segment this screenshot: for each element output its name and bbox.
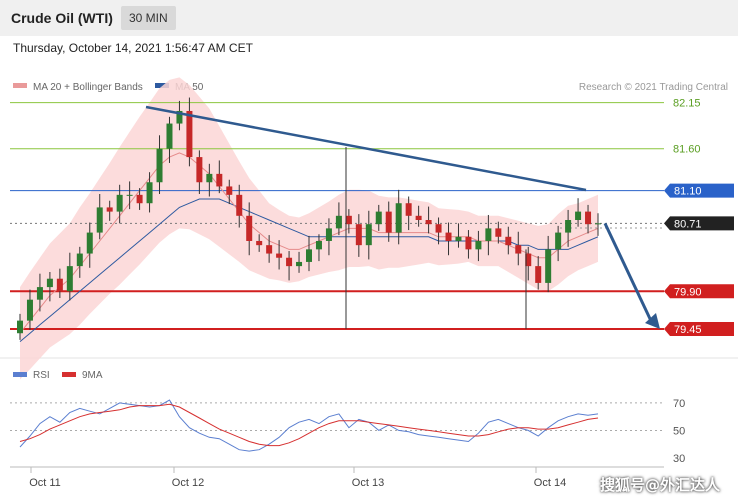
legend-label-9ma: 9MA — [82, 370, 103, 381]
candle-body — [76, 253, 83, 267]
candle-body — [66, 266, 73, 292]
rsi-tick-50: 50 — [673, 425, 685, 437]
candle-body — [56, 278, 63, 292]
candle-body — [545, 249, 552, 283]
candle-body — [256, 240, 263, 246]
candle-body — [216, 173, 223, 187]
candle-body — [585, 211, 592, 225]
candle-body — [86, 232, 93, 254]
candle-body — [475, 240, 482, 250]
candle-body — [395, 203, 402, 233]
candle-body — [296, 261, 303, 267]
candle-body — [415, 215, 422, 220]
candle-body — [266, 245, 273, 254]
candle-body — [36, 287, 43, 300]
level-label-82-15: 82.15 — [673, 98, 701, 110]
candle-body — [335, 215, 342, 229]
candle-body — [126, 194, 133, 196]
candle-body — [555, 232, 562, 250]
candle-body — [315, 240, 322, 250]
candle-body — [166, 123, 173, 149]
bollinger-band — [20, 77, 598, 380]
x-tick-label: Oct 11 — [29, 477, 61, 489]
level-label-79-45: 79.45 — [674, 324, 702, 336]
candle-body — [206, 173, 213, 183]
legend-swatch-9ma — [62, 372, 76, 377]
watermark: 搜狐号@外汇达人 — [600, 476, 721, 494]
candle-body — [26, 299, 33, 321]
candle-body — [226, 186, 233, 195]
candle-body — [146, 182, 153, 204]
candle-body — [505, 236, 512, 246]
candle-body — [595, 223, 601, 225]
candle-body — [435, 224, 442, 233]
candle-body — [96, 207, 103, 233]
candle-body — [276, 253, 283, 258]
candle-body — [515, 245, 522, 254]
candle-body — [136, 194, 143, 204]
candle-body — [186, 110, 193, 158]
forecast-arrow-shaft — [603, 222, 654, 324]
level-label-81-10: 81.10 — [674, 186, 702, 198]
x-tick-label: Oct 12 — [172, 477, 204, 489]
chart-canvas: MA 20 + Bollinger BandsMA 50Research © 2… — [0, 77, 738, 489]
legend-swatch-rsi — [13, 372, 27, 377]
candle-body — [365, 224, 372, 246]
candle-body — [116, 194, 123, 212]
candle-body — [485, 228, 492, 241]
candle-body — [565, 220, 572, 233]
legend-label-bollinger: MA 20 + Bollinger Bands — [33, 82, 143, 93]
legend-label-rsi: RSI — [33, 370, 50, 381]
candle-body — [106, 207, 113, 212]
x-tick-label: Oct 13 — [352, 477, 384, 489]
credit-text: Research © 2021 Trading Central — [579, 82, 728, 93]
candle-body — [306, 249, 312, 262]
level-label-80-71: 80.71 — [674, 218, 702, 230]
candle-body — [246, 215, 253, 241]
candle-body — [455, 236, 462, 241]
candle-body — [425, 220, 432, 225]
candle-body — [156, 148, 163, 183]
candle-body — [495, 228, 502, 237]
candle-body — [325, 228, 332, 241]
candle-body — [445, 232, 452, 241]
rsi-line — [19, 399, 599, 452]
legend-swatch-bollinger — [13, 83, 27, 88]
candle-body — [535, 266, 542, 283]
rsi-tick-30: 30 — [673, 453, 685, 465]
x-tick-label: Oct 14 — [534, 477, 566, 489]
candle-body — [375, 211, 382, 225]
candle-body — [575, 211, 582, 220]
candle-body — [17, 320, 23, 334]
candle-body — [385, 211, 392, 233]
candle-body — [286, 257, 293, 267]
candle-body — [405, 203, 412, 216]
candle-body — [465, 236, 472, 250]
candle-body — [355, 224, 362, 246]
candle-body — [345, 215, 352, 225]
candle-body — [46, 278, 53, 288]
candle-body — [236, 194, 243, 216]
candle-body — [196, 157, 203, 183]
rsi-tick-70: 70 — [673, 398, 685, 410]
level-label-81-60: 81.60 — [673, 144, 701, 156]
level-label-79-90: 79.90 — [674, 286, 702, 298]
